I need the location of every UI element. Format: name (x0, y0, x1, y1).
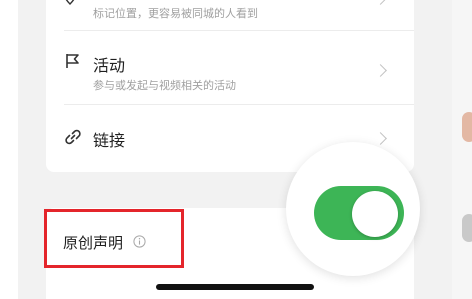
flag-icon (66, 54, 79, 68)
toggle-knob[interactable] (352, 191, 398, 237)
link-title: 链接 (93, 131, 126, 150)
right-edge (452, 0, 472, 299)
divider (64, 104, 414, 105)
location-subtitle: 标记位置，更容易被同城的人看到 (93, 7, 258, 20)
activity-subtitle: 参与或发起与视频相关的活动 (93, 79, 236, 92)
left-edge (0, 0, 18, 299)
home-indicator[interactable] (156, 284, 314, 290)
divider (64, 30, 414, 31)
activity-title: 活动 (93, 56, 126, 75)
link-icon (65, 129, 81, 145)
location-pin-icon (65, 0, 75, 5)
adjacent-thumbnail (462, 112, 472, 142)
highlight-box (44, 209, 184, 268)
adjacent-thumbnail (462, 214, 472, 242)
